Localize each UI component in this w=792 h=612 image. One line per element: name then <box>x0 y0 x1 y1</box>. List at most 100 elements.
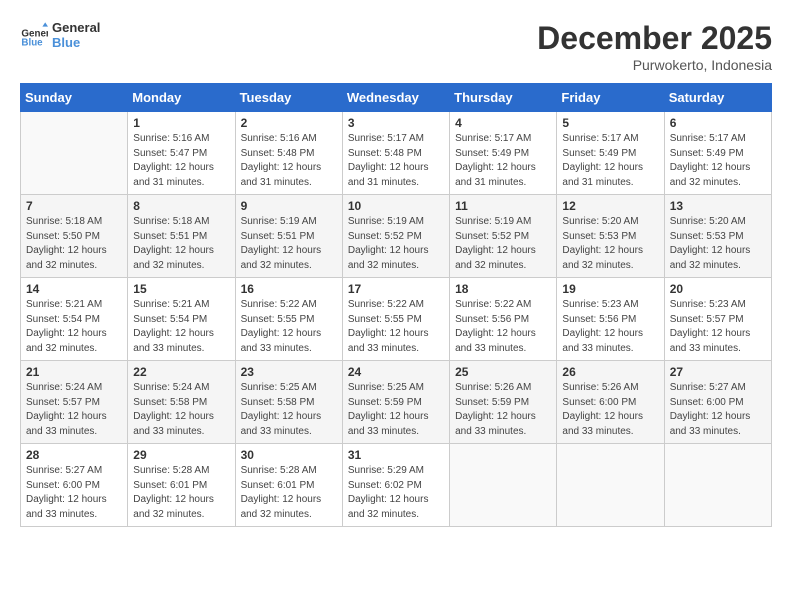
calendar-cell: 16 Sunrise: 5:22 AM Sunset: 5:55 PM Dayli… <box>235 278 342 361</box>
day-number: 9 <box>241 199 337 213</box>
calendar-cell <box>21 112 128 195</box>
calendar-cell: 17 Sunrise: 5:22 AM Sunset: 5:55 PM Dayli… <box>342 278 449 361</box>
calendar-cell: 19 Sunrise: 5:23 AM Sunset: 5:56 PM Dayli… <box>557 278 664 361</box>
day-info: Sunrise: 5:17 AM Sunset: 5:48 PM Dayligh… <box>348 132 444 190</box>
day-number: 5 <box>562 116 658 130</box>
day-info: Sunrise: 5:17 AM Sunset: 5:49 PM Dayligh… <box>562 132 658 190</box>
day-number: 24 <box>348 365 444 379</box>
day-info: Sunrise: 5:22 AM Sunset: 5:56 PM Dayligh… <box>455 298 551 356</box>
weekday-header-row: SundayMondayTuesdayWednesdayThursdayFrid… <box>21 84 772 112</box>
day-number: 8 <box>133 199 229 213</box>
day-info: Sunrise: 5:25 AM Sunset: 5:58 PM Dayligh… <box>241 381 337 439</box>
day-number: 2 <box>241 116 337 130</box>
calendar-cell: 31 Sunrise: 5:29 AM Sunset: 6:02 PM Dayli… <box>342 444 449 527</box>
calendar-cell <box>664 444 771 527</box>
calendar-cell: 29 Sunrise: 5:28 AM Sunset: 6:01 PM Dayli… <box>128 444 235 527</box>
day-info: Sunrise: 5:28 AM Sunset: 6:01 PM Dayligh… <box>241 464 337 522</box>
calendar-cell: 9 Sunrise: 5:19 AM Sunset: 5:51 PM Daylig… <box>235 195 342 278</box>
calendar-cell: 15 Sunrise: 5:21 AM Sunset: 5:54 PM Dayli… <box>128 278 235 361</box>
weekday-header: Sunday <box>21 84 128 112</box>
day-number: 31 <box>348 448 444 462</box>
day-info: Sunrise: 5:24 AM Sunset: 5:57 PM Dayligh… <box>26 381 122 439</box>
day-info: Sunrise: 5:23 AM Sunset: 5:56 PM Dayligh… <box>562 298 658 356</box>
calendar-week-row: 28 Sunrise: 5:27 AM Sunset: 6:00 PM Dayli… <box>21 444 772 527</box>
day-info: Sunrise: 5:19 AM Sunset: 5:52 PM Dayligh… <box>348 215 444 273</box>
calendar-week-row: 21 Sunrise: 5:24 AM Sunset: 5:57 PM Dayli… <box>21 361 772 444</box>
day-number: 23 <box>241 365 337 379</box>
day-number: 10 <box>348 199 444 213</box>
day-info: Sunrise: 5:24 AM Sunset: 5:58 PM Dayligh… <box>133 381 229 439</box>
logo: General Blue General Blue <box>20 20 100 50</box>
day-number: 27 <box>670 365 766 379</box>
calendar-week-row: 14 Sunrise: 5:21 AM Sunset: 5:54 PM Dayli… <box>21 278 772 361</box>
day-number: 22 <box>133 365 229 379</box>
calendar-cell: 11 Sunrise: 5:19 AM Sunset: 5:52 PM Dayli… <box>450 195 557 278</box>
calendar-cell: 7Sunrise: 5:18 AM Sunset: 5:50 PM Daylig… <box>21 195 128 278</box>
month-year: December 2025 <box>537 20 772 57</box>
calendar-week-row: 1Sunrise: 5:16 AM Sunset: 5:47 PM Daylig… <box>21 112 772 195</box>
calendar-week-row: 7Sunrise: 5:18 AM Sunset: 5:50 PM Daylig… <box>21 195 772 278</box>
calendar-cell: 14 Sunrise: 5:21 AM Sunset: 5:54 PM Dayli… <box>21 278 128 361</box>
day-info: Sunrise: 5:26 AM Sunset: 6:00 PM Dayligh… <box>562 381 658 439</box>
day-number: 19 <box>562 282 658 296</box>
title-block: December 2025 Purwokerto, Indonesia <box>537 20 772 73</box>
day-info: Sunrise: 5:26 AM Sunset: 5:59 PM Dayligh… <box>455 381 551 439</box>
day-info: Sunrise: 5:22 AM Sunset: 5:55 PM Dayligh… <box>241 298 337 356</box>
calendar-cell: 22 Sunrise: 5:24 AM Sunset: 5:58 PM Dayli… <box>128 361 235 444</box>
day-number: 17 <box>348 282 444 296</box>
calendar-cell: 2 Sunrise: 5:16 AM Sunset: 5:48 PM Daylig… <box>235 112 342 195</box>
day-info: Sunrise: 5:21 AM Sunset: 5:54 PM Dayligh… <box>133 298 229 356</box>
day-number: 20 <box>670 282 766 296</box>
day-info: Sunrise: 5:19 AM Sunset: 5:51 PM Dayligh… <box>241 215 337 273</box>
day-number: 13 <box>670 199 766 213</box>
calendar-cell: 20 Sunrise: 5:23 AM Sunset: 5:57 PM Dayli… <box>664 278 771 361</box>
calendar-cell: 5 Sunrise: 5:17 AM Sunset: 5:49 PM Daylig… <box>557 112 664 195</box>
day-number: 7 <box>26 199 122 213</box>
day-number: 21 <box>26 365 122 379</box>
calendar-cell: 10 Sunrise: 5:19 AM Sunset: 5:52 PM Dayli… <box>342 195 449 278</box>
logo-line2: Blue <box>52 35 100 50</box>
day-number: 12 <box>562 199 658 213</box>
day-info: Sunrise: 5:19 AM Sunset: 5:52 PM Dayligh… <box>455 215 551 273</box>
day-number: 26 <box>562 365 658 379</box>
weekday-header: Tuesday <box>235 84 342 112</box>
day-number: 15 <box>133 282 229 296</box>
calendar-cell: 1Sunrise: 5:16 AM Sunset: 5:47 PM Daylig… <box>128 112 235 195</box>
day-info: Sunrise: 5:16 AM Sunset: 5:48 PM Dayligh… <box>241 132 337 190</box>
day-number: 3 <box>348 116 444 130</box>
day-info: Sunrise: 5:29 AM Sunset: 6:02 PM Dayligh… <box>348 464 444 522</box>
calendar-cell: 6Sunrise: 5:17 AM Sunset: 5:49 PM Daylig… <box>664 112 771 195</box>
day-number: 30 <box>241 448 337 462</box>
location: Purwokerto, Indonesia <box>537 57 772 73</box>
calendar-cell: 30 Sunrise: 5:28 AM Sunset: 6:01 PM Dayli… <box>235 444 342 527</box>
day-info: Sunrise: 5:23 AM Sunset: 5:57 PM Dayligh… <box>670 298 766 356</box>
weekday-header: Thursday <box>450 84 557 112</box>
day-number: 14 <box>26 282 122 296</box>
calendar-cell: 13 Sunrise: 5:20 AM Sunset: 5:53 PM Dayli… <box>664 195 771 278</box>
calendar-cell: 27Sunrise: 5:27 AM Sunset: 6:00 PM Dayli… <box>664 361 771 444</box>
day-info: Sunrise: 5:21 AM Sunset: 5:54 PM Dayligh… <box>26 298 122 356</box>
svg-text:Blue: Blue <box>21 38 43 49</box>
calendar-cell: 28 Sunrise: 5:27 AM Sunset: 6:00 PM Dayli… <box>21 444 128 527</box>
day-info: Sunrise: 5:22 AM Sunset: 5:55 PM Dayligh… <box>348 298 444 356</box>
calendar-cell: 26 Sunrise: 5:26 AM Sunset: 6:00 PM Dayli… <box>557 361 664 444</box>
day-info: Sunrise: 5:25 AM Sunset: 5:59 PM Dayligh… <box>348 381 444 439</box>
day-number: 29 <box>133 448 229 462</box>
logo-line1: General <box>52 20 100 35</box>
day-info: Sunrise: 5:27 AM Sunset: 6:00 PM Dayligh… <box>26 464 122 522</box>
calendar-cell: 4Sunrise: 5:17 AM Sunset: 5:49 PM Daylig… <box>450 112 557 195</box>
day-number: 11 <box>455 199 551 213</box>
calendar-cell <box>557 444 664 527</box>
calendar: SundayMondayTuesdayWednesdayThursdayFrid… <box>20 83 772 527</box>
weekday-header: Wednesday <box>342 84 449 112</box>
day-info: Sunrise: 5:28 AM Sunset: 6:01 PM Dayligh… <box>133 464 229 522</box>
day-info: Sunrise: 5:20 AM Sunset: 5:53 PM Dayligh… <box>670 215 766 273</box>
calendar-cell: 24 Sunrise: 5:25 AM Sunset: 5:59 PM Dayli… <box>342 361 449 444</box>
day-number: 28 <box>26 448 122 462</box>
day-info: Sunrise: 5:20 AM Sunset: 5:53 PM Dayligh… <box>562 215 658 273</box>
day-info: Sunrise: 5:16 AM Sunset: 5:47 PM Dayligh… <box>133 132 229 190</box>
weekday-header: Friday <box>557 84 664 112</box>
day-info: Sunrise: 5:17 AM Sunset: 5:49 PM Dayligh… <box>670 132 766 190</box>
day-number: 16 <box>241 282 337 296</box>
day-number: 18 <box>455 282 551 296</box>
